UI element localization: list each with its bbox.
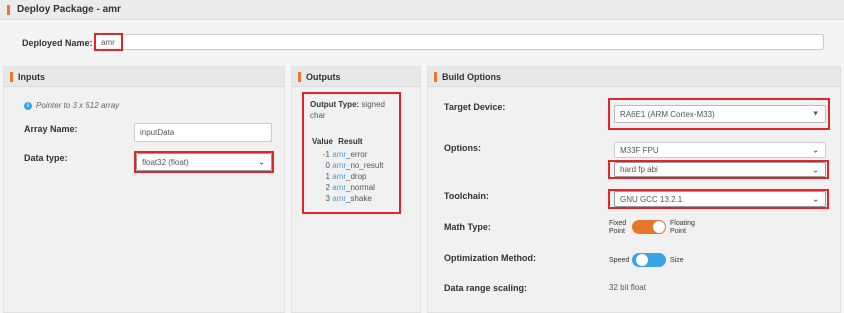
chevron-down-icon: ⌄	[812, 145, 819, 155]
floating-point-label: Floating Point	[670, 220, 695, 235]
deployed-name-input[interactable]: amr	[95, 34, 824, 50]
toolchain-value: GNU GCC 13.2.1	[620, 194, 683, 204]
outputs-accent-bar	[298, 72, 301, 82]
table-row: -1 amr_error	[322, 150, 368, 159]
build-options-panel-header: Build Options	[428, 67, 840, 87]
array-name-input[interactable]: inputData	[134, 123, 272, 142]
size-label: Size	[670, 257, 684, 264]
chevron-down-icon: ⌄	[258, 157, 265, 167]
abi-value: hard fp abi	[620, 165, 658, 174]
header-accent-bar	[7, 5, 10, 15]
info-circle-icon: i	[24, 101, 32, 110]
output-type-value-2: char	[310, 111, 326, 120]
inputs-hint-text: Pointer to 3 x 512 array	[36, 101, 120, 110]
build-options-panel: Build Options Target Device: RA6E1 (ARM …	[427, 66, 841, 313]
data-range-scaling-value: 32 bit float	[609, 283, 646, 292]
math-type-toggle-knob	[653, 221, 665, 233]
data-range-scaling-label: Data range scaling:	[444, 283, 528, 293]
deployed-name-value: amr	[101, 37, 115, 47]
chevron-down-icon: ⌄	[812, 194, 819, 204]
table-row: 1 amr_drop	[325, 172, 367, 181]
array-name-label: Array Name:	[24, 124, 78, 134]
data-type-label: Data type:	[24, 153, 68, 163]
caret-down-icon: ▼	[812, 110, 819, 118]
optimization-method-toggle[interactable]	[632, 253, 666, 267]
fixed-point-label: Fixed Point	[609, 220, 627, 235]
outputs-panel: Outputs Output Type: signed char Value R…	[291, 66, 421, 313]
options-label: Options:	[444, 143, 481, 153]
outputs-title: Outputs	[306, 72, 341, 82]
target-device-label: Target Device:	[444, 102, 506, 112]
optimization-toggle-knob	[636, 254, 648, 266]
build-accent-bar	[434, 72, 437, 82]
target-device-select[interactable]: RA6E1 (ARM Cortex-M33) ▼	[614, 105, 826, 123]
math-type-toggle[interactable]	[632, 220, 666, 234]
math-type-label: Math Type:	[444, 222, 491, 232]
page-header: Deploy Package - amr	[0, 0, 844, 20]
array-name-value: inputData	[140, 128, 175, 137]
data-type-select[interactable]: float32 (float) ⌄	[136, 153, 272, 171]
inputs-title: Inputs	[18, 72, 45, 82]
fpu-select[interactable]: M33F FPU ⌄	[614, 142, 826, 158]
data-type-value: float32 (float)	[142, 157, 189, 167]
output-type-value-1: signed	[361, 100, 385, 109]
inputs-hint: i Pointer to 3 x 512 array	[24, 101, 119, 110]
output-table: -1 amr_error 0 amr_no_result 1 amr_drop …	[312, 149, 384, 204]
build-options-title: Build Options	[442, 72, 501, 82]
optimization-method-label: Optimization Method:	[444, 253, 536, 263]
output-table-header: Value Result	[312, 137, 363, 146]
inputs-panel: Inputs i Pointer to 3 x 512 array Array …	[3, 66, 285, 313]
inputs-accent-bar	[10, 72, 13, 82]
inputs-panel-header: Inputs	[4, 67, 284, 87]
table-row: 0 amr_no_result	[325, 161, 384, 170]
speed-label: Speed	[609, 257, 630, 264]
toolchain-select[interactable]: GNU GCC 13.2.1 ⌄	[614, 191, 826, 207]
col-result-header: Result	[338, 137, 363, 146]
page-title: Deploy Package - amr	[17, 4, 121, 15]
toolchain-label: Toolchain:	[444, 191, 489, 201]
chevron-down-icon: ⌄	[812, 165, 819, 174]
deploy-name-row: Deployed Name: amr	[0, 21, 844, 65]
fpu-value: M33F FPU	[620, 145, 659, 155]
output-type: Output Type: signed char	[310, 99, 410, 121]
deployed-name-label: Deployed Name:	[22, 38, 93, 48]
table-row: 3 amr_shake	[325, 194, 372, 203]
output-type-label: Output Type:	[310, 100, 360, 109]
col-value-header: Value	[312, 137, 333, 146]
table-row: 2 amr_normal	[325, 183, 375, 192]
abi-select[interactable]: hard fp abi ⌄	[614, 162, 826, 177]
outputs-panel-header: Outputs	[292, 67, 420, 87]
target-device-value: RA6E1 (ARM Cortex-M33)	[620, 109, 715, 119]
